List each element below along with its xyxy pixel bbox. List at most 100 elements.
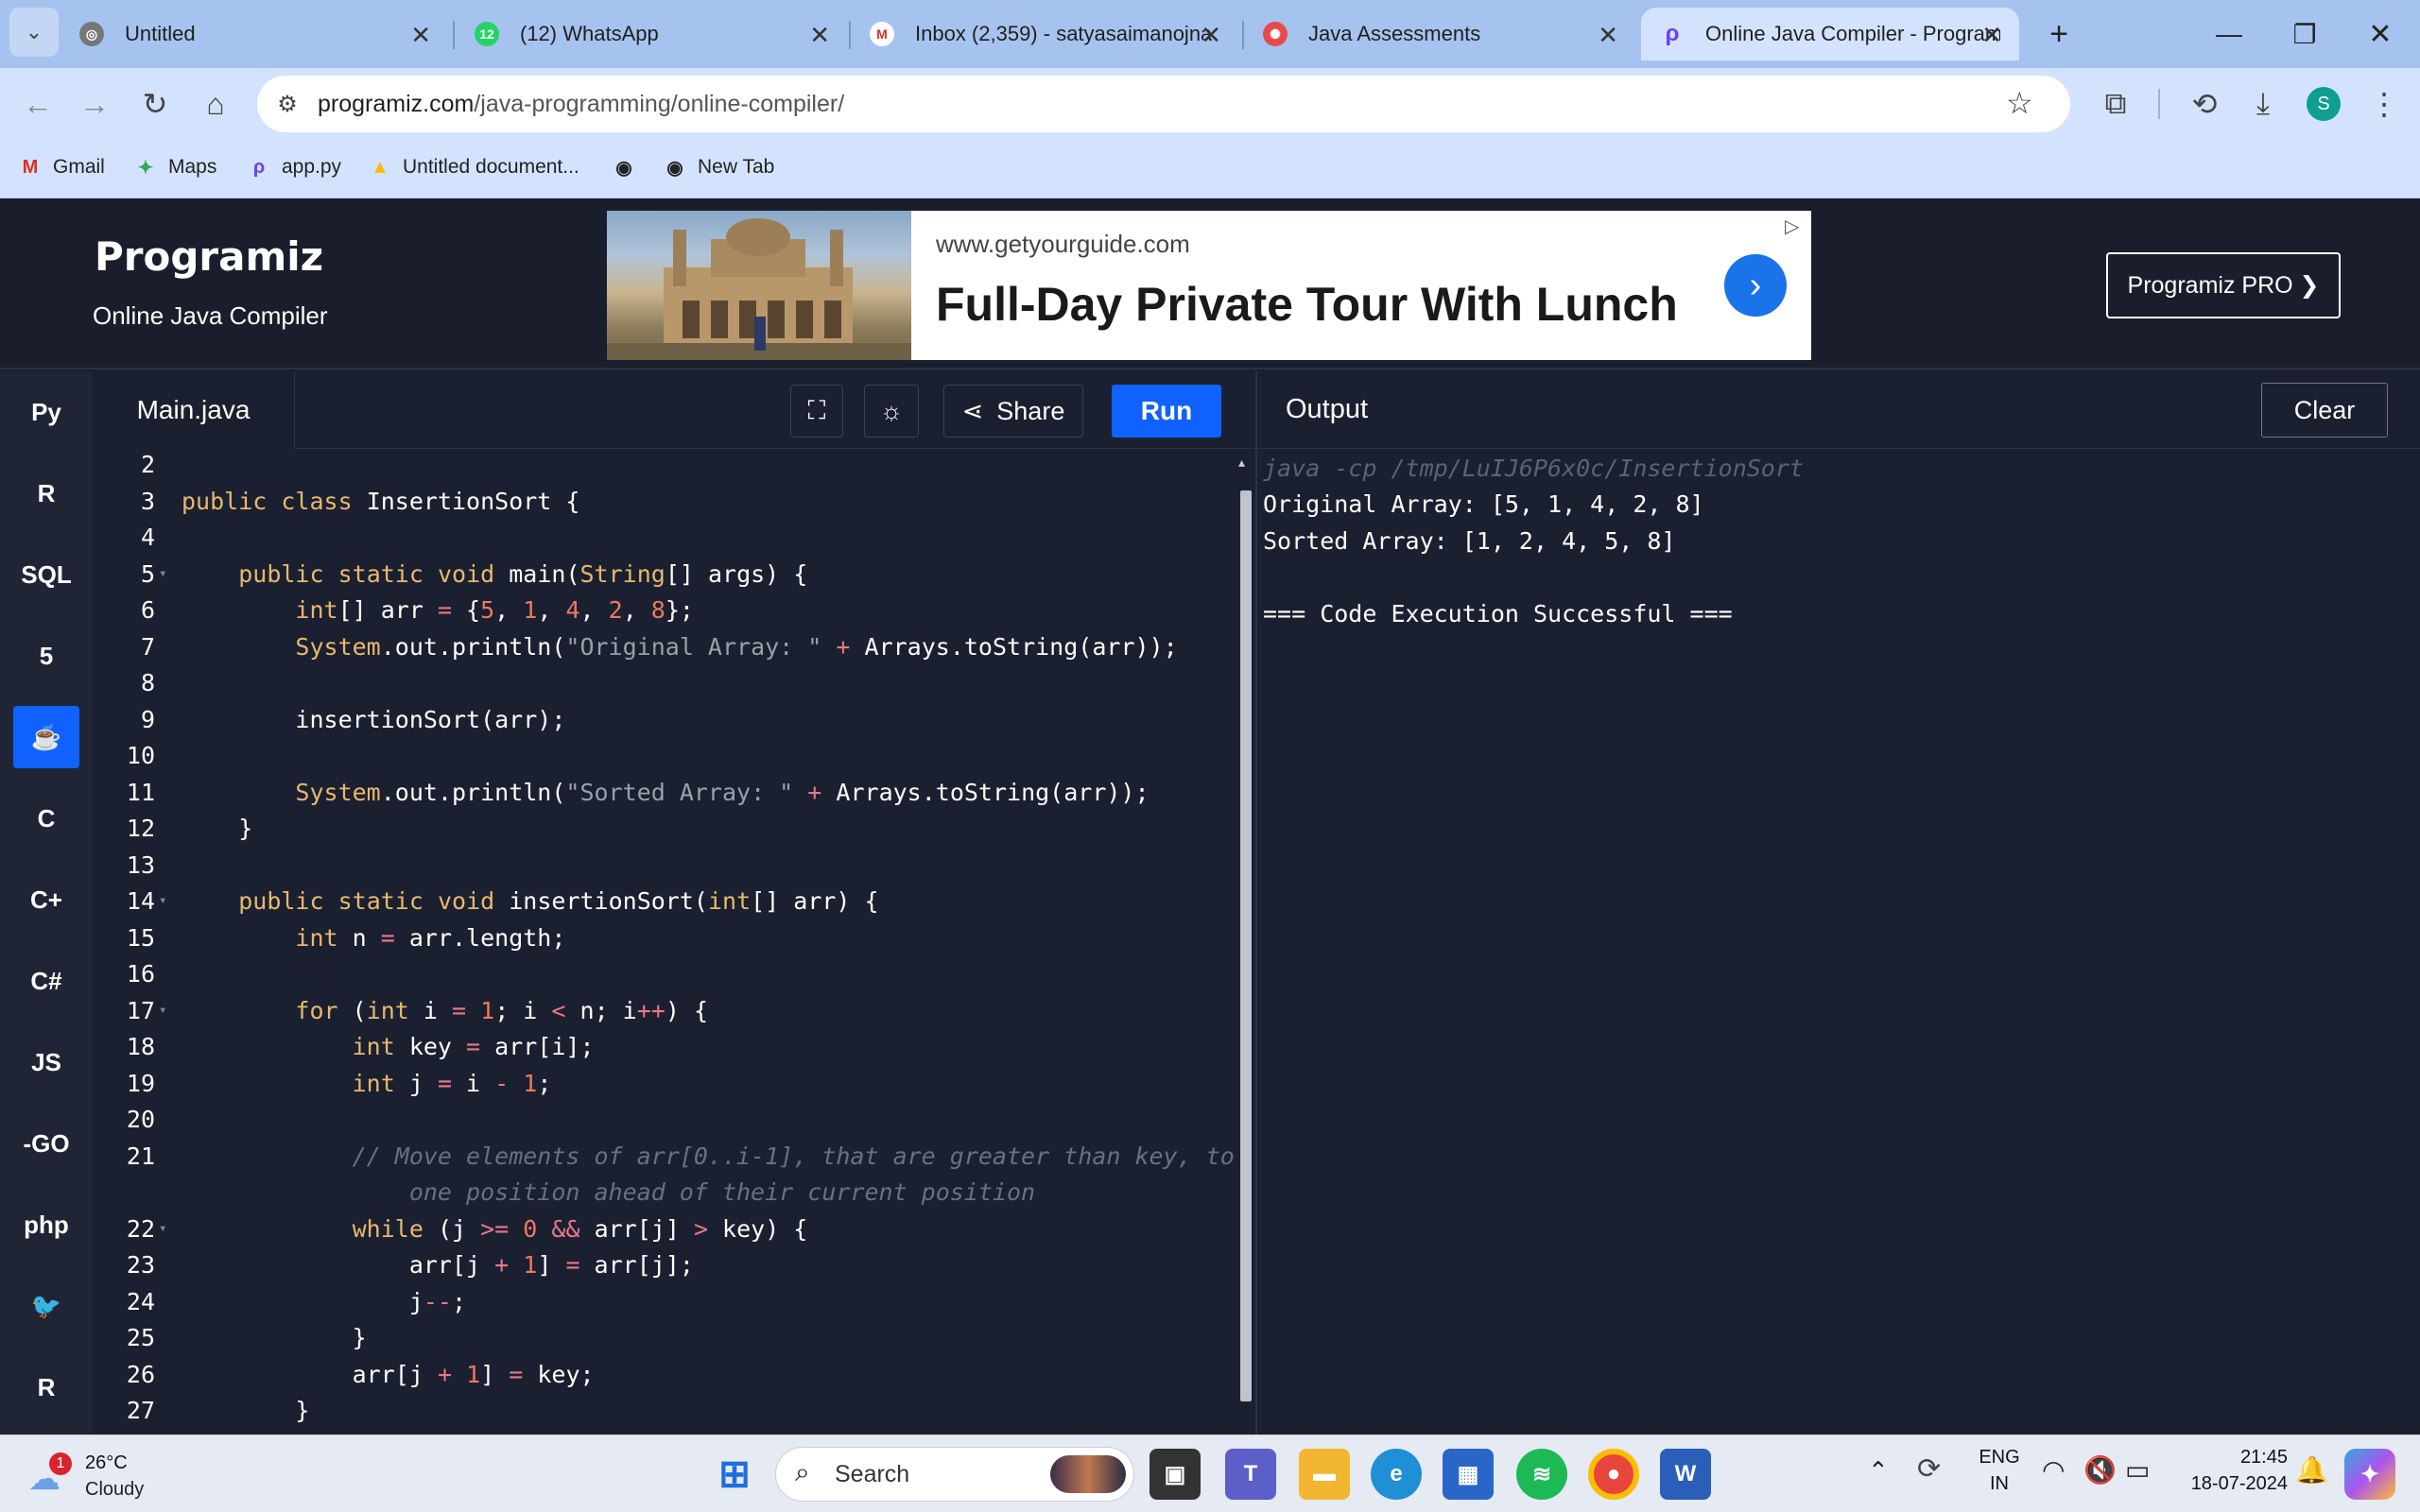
profile-avatar[interactable]: S bbox=[2307, 87, 2341, 121]
code-line[interactable]: System.out.println("Sorted Array: " + Ar… bbox=[182, 779, 1149, 806]
sidebar-language-go[interactable]: -GO bbox=[13, 1112, 79, 1175]
sidebar-language-csharp[interactable]: C# bbox=[13, 950, 79, 1012]
fold-arrow-icon[interactable]: ▾ bbox=[159, 1221, 166, 1236]
chrome-icon[interactable]: ● bbox=[1588, 1449, 1639, 1500]
sidebar-language-java[interactable]: ☕ bbox=[13, 706, 79, 768]
scroll-up-icon[interactable]: ▴ bbox=[1238, 455, 1245, 471]
bookmark-star-icon[interactable]: ☆ bbox=[2006, 85, 2033, 121]
share-button[interactable]: ⋖ Share bbox=[943, 385, 1083, 438]
sync-icon[interactable]: ⟳ bbox=[1917, 1452, 1941, 1486]
edge-icon[interactable]: e bbox=[1371, 1449, 1422, 1500]
code-line[interactable]: } bbox=[182, 1397, 309, 1424]
battery-icon[interactable]: ▭ bbox=[2125, 1454, 2150, 1486]
code-line[interactable]: // Move elements of arr[0..i-1], that ar… bbox=[182, 1143, 1235, 1170]
browser-tab-whatsapp[interactable]: 12 (12) WhatsApp ✕ bbox=[456, 8, 847, 60]
editor-scrollbar[interactable] bbox=[1240, 490, 1252, 1401]
browser-tab-gmail[interactable]: M Inbox (2,359) - satyasaimanojna ✕ bbox=[851, 8, 1238, 60]
adchoices-icon[interactable]: ▷ bbox=[1785, 215, 1799, 238]
home-button[interactable]: ⌂ bbox=[189, 68, 242, 140]
fullscreen-icon[interactable]: ⛶ bbox=[790, 385, 843, 438]
code-line[interactable]: public class InsertionSort { bbox=[182, 488, 579, 515]
bookmark-new-tab[interactable]: ◉ New Tab bbox=[664, 140, 774, 195]
code-line[interactable]: int j = i - 1; bbox=[182, 1070, 552, 1097]
bookmark-gmail[interactable]: M Gmail bbox=[19, 140, 105, 195]
sidebar-language-html5[interactable]: 5 bbox=[13, 625, 79, 687]
file-tab-main-java[interactable]: Main.java bbox=[93, 371, 295, 449]
close-icon[interactable]: ✕ bbox=[410, 21, 431, 50]
run-button[interactable]: Run bbox=[1112, 385, 1221, 438]
close-icon[interactable]: ✕ bbox=[1981, 21, 2002, 50]
code-line[interactable]: j--; bbox=[182, 1288, 466, 1315]
fold-arrow-icon[interactable]: ▾ bbox=[159, 566, 166, 581]
close-icon[interactable]: ✕ bbox=[809, 21, 830, 50]
advertisement-banner[interactable]: www.getyourguide.com Full-Day Private To… bbox=[607, 211, 1811, 360]
performance-icon[interactable]: ⟲ bbox=[2178, 68, 2231, 140]
fold-arrow-icon[interactable]: ▾ bbox=[159, 1003, 166, 1018]
new-tab-button[interactable]: + bbox=[2032, 8, 2085, 60]
file-explorer-icon[interactable]: ▬ bbox=[1299, 1449, 1350, 1500]
code-line[interactable]: for (int i = 1; i < n; i++) { bbox=[182, 997, 708, 1024]
code-line[interactable]: while (j >= 0 && arr[j] > key) { bbox=[182, 1215, 808, 1243]
code-line[interactable]: int[] arr = {5, 1, 4, 2, 8}; bbox=[182, 596, 694, 624]
weather-widget[interactable]: ☁ 1 26°C Cloudy bbox=[28, 1445, 189, 1502]
sidebar-language-rust[interactable]: R bbox=[13, 1356, 79, 1418]
store-icon[interactable]: ▦ bbox=[1443, 1449, 1494, 1500]
input-region[interactable]: IN bbox=[1976, 1473, 2023, 1495]
bookmark-untitled-document[interactable]: ▲ Untitled document... bbox=[369, 140, 579, 195]
code-line[interactable]: arr[j + 1] = key; bbox=[182, 1361, 595, 1388]
browser-tab-java-assessments[interactable]: ✺ Java Assessments ✕ bbox=[1244, 8, 1635, 60]
menu-kebab-icon[interactable]: ⋮ bbox=[2358, 68, 2411, 140]
volume-muted-icon[interactable]: 🔇 bbox=[2083, 1454, 2117, 1486]
clear-button[interactable]: Clear bbox=[2261, 383, 2388, 438]
code-line[interactable]: public static void insertionSort(int[] a… bbox=[182, 887, 878, 915]
sidebar-language-database[interactable]: SQL bbox=[13, 543, 79, 606]
code-line[interactable]: int key = arr[i]; bbox=[182, 1033, 595, 1060]
sidebar-language-php[interactable]: php bbox=[13, 1194, 79, 1256]
teams-icon[interactable]: T bbox=[1225, 1449, 1276, 1500]
minimize-button[interactable]: — bbox=[2203, 8, 2256, 60]
programiz-logo[interactable]: Programiz bbox=[95, 233, 323, 280]
site-info-icon[interactable]: ⚙ bbox=[270, 87, 304, 121]
chevron-up-icon[interactable]: ⌃ bbox=[1868, 1456, 1889, 1486]
windows-start-icon[interactable]: ⊞ bbox=[709, 1449, 760, 1500]
code-line[interactable]: System.out.println("Original Array: " + … bbox=[182, 633, 1177, 661]
bookmark-maps[interactable]: ✦ Maps bbox=[134, 140, 217, 195]
code-line[interactable]: insertionSort(arr); bbox=[182, 706, 565, 733]
copilot-icon[interactable]: ✦ bbox=[2344, 1449, 2395, 1500]
wifi-icon[interactable]: ◠ bbox=[2042, 1454, 2065, 1486]
close-window-button[interactable]: ✕ bbox=[2354, 8, 2407, 60]
clock-time[interactable]: 21:45 bbox=[2193, 1447, 2288, 1469]
close-icon[interactable]: ✕ bbox=[1201, 21, 1221, 50]
sidebar-language-swift[interactable]: 🐦 bbox=[13, 1275, 79, 1337]
programiz-pro-button[interactable]: Programiz PRO ❯ bbox=[2106, 252, 2341, 318]
extensions-icon[interactable]: ⧉ bbox=[2089, 68, 2142, 140]
forward-button[interactable]: → bbox=[68, 68, 121, 140]
bookmark-app-py[interactable]: ρ app.py bbox=[248, 140, 341, 195]
code-line[interactable]: int n = arr.length; bbox=[182, 924, 565, 952]
tab-search-button[interactable]: ⌄ bbox=[9, 8, 59, 57]
close-icon[interactable]: ✕ bbox=[1598, 21, 1618, 50]
reload-button[interactable]: ↻ bbox=[129, 68, 182, 140]
url-text[interactable]: programiz.com/java-programming/online-co… bbox=[318, 76, 844, 132]
notification-bell-icon[interactable]: 🔔 bbox=[2295, 1454, 2328, 1486]
clock-date[interactable]: 18-07-2024 bbox=[2165, 1473, 2288, 1495]
theme-toggle-icon[interactable]: ☼ bbox=[864, 385, 919, 438]
sidebar-language-r[interactable]: R bbox=[13, 462, 79, 524]
fold-arrow-icon[interactable]: ▾ bbox=[159, 893, 166, 908]
download-icon[interactable]: ⤓ bbox=[2237, 68, 2290, 140]
code-line[interactable]: } bbox=[182, 815, 252, 842]
sidebar-language-c[interactable]: C bbox=[13, 787, 79, 850]
code-line[interactable]: public static void main(String[] args) { bbox=[182, 560, 807, 588]
sidebar-language-python[interactable]: Py bbox=[13, 381, 79, 443]
task-view-icon[interactable]: ▣ bbox=[1150, 1449, 1201, 1500]
browser-tab-untitled[interactable]: ◎ Untitled ✕ bbox=[60, 8, 448, 60]
code-line[interactable]: } bbox=[182, 1324, 367, 1351]
address-bar[interactable]: ⚙ programiz.com/java-programming/online-… bbox=[257, 76, 2070, 132]
word-icon[interactable]: W bbox=[1660, 1449, 1711, 1500]
bookmark-globe[interactable]: ◉ bbox=[613, 140, 647, 195]
code-line[interactable]: arr[j + 1] = arr[j]; bbox=[182, 1251, 694, 1279]
taskbar-search[interactable]: ⌕ Search bbox=[775, 1447, 1134, 1502]
sidebar-language-cpp[interactable]: C+ bbox=[13, 868, 79, 931]
back-button[interactable]: ← bbox=[11, 68, 64, 140]
browser-tab-programiz[interactable]: ρ Online Java Compiler - Program ✕ bbox=[1641, 8, 2019, 60]
